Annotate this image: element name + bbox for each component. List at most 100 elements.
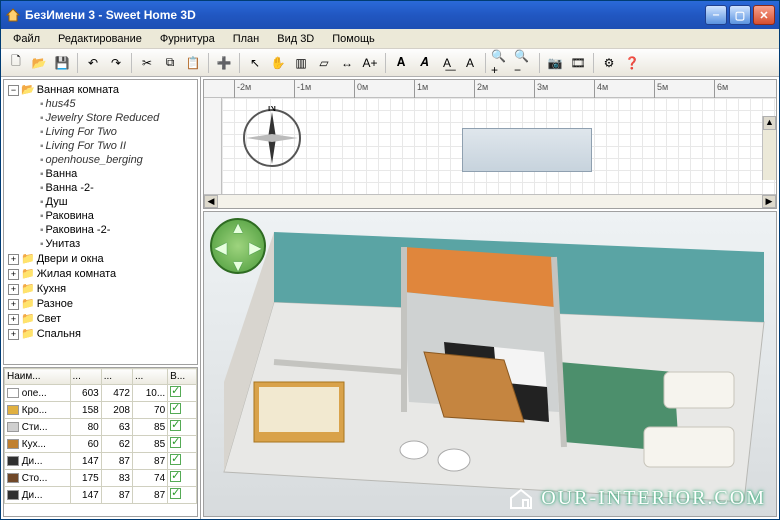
zoom-in-icon[interactable]: 🔍+ [490, 52, 512, 74]
table-row[interactable]: Сти...806385 [5, 419, 197, 436]
tree-folder-open[interactable]: −📂Ванная комната [8, 82, 195, 97]
tree-folder-closed[interactable]: +📁Свет [8, 311, 195, 326]
scrollbar-horizontal[interactable]: ◀ ▶ [204, 194, 776, 208]
plan-canvas[interactable]: N [222, 98, 776, 194]
tree-folder-closed[interactable]: +📁Спальня [8, 326, 195, 341]
menu-3dview[interactable]: Вид 3D [269, 31, 322, 47]
cell-visible[interactable] [168, 453, 197, 470]
checkbox-checked-icon[interactable] [170, 454, 181, 465]
new-file-icon[interactable]: 🗋 [5, 52, 27, 74]
cut-icon[interactable]: ✂ [136, 52, 158, 74]
italic-icon[interactable]: 𝑨 [413, 52, 435, 74]
expand-icon[interactable]: + [8, 329, 19, 340]
orbit-left-icon[interactable]: ◀ [215, 238, 227, 258]
catalog-tree[interactable]: −📂Ванная комната▪hus45▪Jewelry Store Red… [3, 79, 198, 365]
cell-visible[interactable] [168, 385, 197, 402]
plan-model-thumb[interactable] [462, 128, 592, 172]
zoom-out-icon[interactable]: 🔍− [513, 52, 535, 74]
table-row[interactable]: Сто...1758374 [5, 470, 197, 487]
orbit-down-icon[interactable]: ▼ [230, 258, 246, 276]
font-increase-icon[interactable]: A͟ [436, 52, 458, 74]
checkbox-checked-icon[interactable] [170, 403, 181, 414]
table-row[interactable]: Ди...1478787 [5, 453, 197, 470]
checkbox-checked-icon[interactable] [170, 386, 181, 397]
tree-item[interactable]: ▪hus45 [26, 97, 195, 111]
close-button[interactable]: ✕ [753, 5, 775, 25]
table-row[interactable]: Кух...606285 [5, 436, 197, 453]
dimension-icon[interactable]: ↔ [336, 52, 358, 74]
plan-2d-view[interactable]: -2м-1м0м1м2м3м4м5м6м N ▲ ◀ [203, 79, 777, 209]
import-furniture-icon[interactable]: ➕ [213, 52, 235, 74]
tree-folder-closed[interactable]: +📁Жилая комната [8, 266, 195, 281]
checkbox-checked-icon[interactable] [170, 471, 181, 482]
view-3d[interactable]: ▲ ◀ ▶ ▼ OUR-INTERIOR.COM [203, 211, 777, 517]
table-header[interactable]: ... [70, 369, 101, 385]
expand-icon[interactable]: + [8, 254, 19, 265]
maximize-button[interactable]: ▢ [729, 5, 751, 25]
orbit-right-icon[interactable]: ▶ [249, 238, 261, 258]
checkbox-checked-icon[interactable] [170, 437, 181, 448]
tree-item[interactable]: ▪Унитаз [26, 237, 195, 251]
menu-furniture[interactable]: Фурнитура [152, 31, 223, 47]
menu-plan[interactable]: План [225, 31, 268, 47]
scroll-track[interactable] [218, 195, 762, 208]
table-header[interactable]: В... [168, 369, 197, 385]
tree-folder-closed[interactable]: +📁Кухня [8, 281, 195, 296]
expand-icon[interactable]: + [8, 299, 19, 310]
photo-icon[interactable]: 📷 [544, 52, 566, 74]
tree-item[interactable]: ▪openhouse_berging [26, 153, 195, 167]
table-row[interactable]: Ди...1478787 [5, 487, 197, 504]
open-icon[interactable]: 📂 [28, 52, 50, 74]
tree-item[interactable]: ▪Ванна -2- [26, 181, 195, 195]
minimize-button[interactable]: ‒ [705, 5, 727, 25]
tree-item[interactable]: ▪Ванна [26, 167, 195, 181]
video-icon[interactable]: 🎞 [567, 52, 589, 74]
menu-file[interactable]: Файл [5, 31, 48, 47]
redo-icon[interactable]: ↷ [105, 52, 127, 74]
select-icon[interactable]: ↖ [244, 52, 266, 74]
expand-icon[interactable]: + [8, 314, 19, 325]
expand-icon[interactable]: + [8, 284, 19, 295]
cell-visible[interactable] [168, 470, 197, 487]
tree-folder-closed[interactable]: +📁Двери и окна [8, 251, 195, 266]
cell-visible[interactable] [168, 436, 197, 453]
tree-item[interactable]: ▪Раковина [26, 209, 195, 223]
cell-visible[interactable] [168, 419, 197, 436]
nav-orbit-control[interactable]: ▲ ◀ ▶ ▼ [210, 218, 266, 274]
help-icon[interactable]: ❓ [621, 52, 643, 74]
tree-item[interactable]: ▪Living For Two [26, 125, 195, 139]
tree-item[interactable]: ▪Jewelry Store Reduced [26, 111, 195, 125]
table-header[interactable]: ... [132, 369, 167, 385]
bold-icon[interactable]: 𝐀 [390, 52, 412, 74]
pan-icon[interactable]: ✋ [267, 52, 289, 74]
collapse-icon[interactable]: − [8, 85, 19, 96]
orbit-up-icon[interactable]: ▲ [230, 220, 246, 238]
tree-item[interactable]: ▪Раковина -2- [26, 223, 195, 237]
paste-icon[interactable]: 📋 [182, 52, 204, 74]
font-decrease-icon[interactable]: A [459, 52, 481, 74]
wall-icon[interactable]: ▥ [290, 52, 312, 74]
tree-item[interactable]: ▪Living For Two II [26, 139, 195, 153]
menu-help[interactable]: Помощь [324, 31, 383, 47]
checkbox-checked-icon[interactable] [170, 420, 181, 431]
room-icon[interactable]: ▱ [313, 52, 335, 74]
tree-folder-closed[interactable]: +📁Разное [8, 296, 195, 311]
undo-icon[interactable]: ↶ [82, 52, 104, 74]
scroll-up-icon[interactable]: ▲ [763, 116, 776, 130]
table-row[interactable]: Кро...15820870 [5, 402, 197, 419]
text-icon[interactable]: A+ [359, 52, 381, 74]
expand-icon[interactable]: + [8, 269, 19, 280]
compass-icon[interactable]: N [240, 106, 304, 170]
menu-edit[interactable]: Редактирование [50, 31, 150, 47]
table-header[interactable]: ... [101, 369, 132, 385]
scrollbar-vertical[interactable]: ▲ [762, 116, 776, 180]
preferences-icon[interactable]: ⚙ [598, 52, 620, 74]
furniture-table[interactable]: Наим............В... опе...60347210... К… [3, 367, 198, 517]
scroll-left-icon[interactable]: ◀ [204, 195, 218, 208]
table-header[interactable]: Наим... [5, 369, 71, 385]
table-row[interactable]: опе...60347210... [5, 385, 197, 402]
cell-visible[interactable] [168, 487, 197, 504]
copy-icon[interactable]: ⧉ [159, 52, 181, 74]
save-icon[interactable]: 💾 [51, 52, 73, 74]
tree-item[interactable]: ▪Душ [26, 195, 195, 209]
